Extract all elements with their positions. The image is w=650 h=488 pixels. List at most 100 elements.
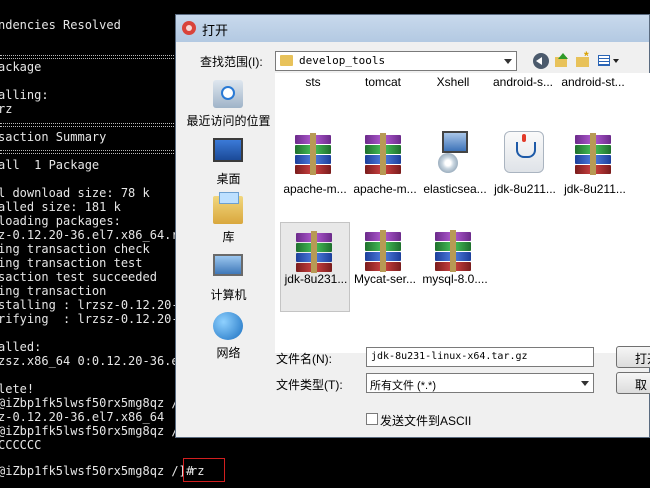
- terminal-line: z-0.12.20-36.el7.x86_64: [0, 410, 165, 424]
- place-recent[interactable]: 最近访问的位置: [186, 80, 271, 130]
- open-button[interactable]: 打开: [616, 346, 650, 368]
- file-type-label: 文件类型(T):: [276, 378, 343, 392]
- ascii-checkbox-label: 发送文件到ASCII: [380, 414, 472, 428]
- place-label: 库: [222, 230, 235, 244]
- file-label: jdk-8u231...: [284, 272, 348, 286]
- place-computer[interactable]: 计算机: [186, 254, 271, 304]
- terminal-prompt: @iZbp1fk5lwsf50rx5mg8qz /]#: [0, 464, 194, 478]
- chevron-down-icon: [581, 381, 589, 386]
- file-label: apache-m...: [353, 182, 417, 196]
- library-icon: [213, 192, 243, 224]
- terminal-line: ing transaction check: [0, 242, 150, 256]
- terminal-line: alling:: [0, 88, 49, 102]
- terminal-line: ackage: [0, 60, 42, 74]
- terminal-line: saction test succeeded: [0, 270, 157, 284]
- archive-icon: [365, 230, 401, 272]
- terminal-line: alled size: 181 k: [0, 200, 121, 214]
- file-item[interactable]: mysql-8.0....: [420, 222, 490, 312]
- cancel-button[interactable]: 取: [616, 372, 650, 394]
- archive-icon: [296, 231, 332, 273]
- file-name-input[interactable]: jdk-8u231-linux-x64.tar.gz: [366, 347, 594, 367]
- up-folder-icon[interactable]: [554, 53, 570, 69]
- terminal-prompt: @iZbp1fk5lwsf50rx5mg8qz /]: [0, 396, 186, 410]
- file-label: mysql-8.0....: [422, 272, 488, 286]
- terminal-line: all 1 Package: [0, 158, 100, 172]
- computer-icon: [213, 254, 243, 276]
- terminal-line: alled:: [0, 340, 42, 354]
- file-label: apache-m...: [283, 182, 347, 196]
- place-library[interactable]: 库: [186, 192, 271, 246]
- file-item[interactable]: jdk-8u211...: [560, 125, 630, 215]
- file-type-dropdown[interactable]: 所有文件 (*.*): [366, 373, 594, 393]
- file-label: jdk-8u211...: [494, 182, 556, 196]
- archive-icon: [435, 230, 471, 272]
- look-in-value: develop_tools: [299, 54, 386, 67]
- terminal-line: ing transaction: [0, 284, 107, 298]
- ascii-checkbox[interactable]: [366, 413, 378, 425]
- terminal-line: ing transaction test: [0, 256, 143, 270]
- separator-line: [0, 150, 180, 154]
- file-label: android-st...: [561, 75, 625, 89]
- terminal-line: loading packages:: [0, 214, 121, 228]
- archive-icon: [295, 133, 331, 175]
- archive-icon: [365, 133, 401, 175]
- app-icon: [182, 21, 196, 35]
- desktop-icon: [213, 138, 243, 162]
- archive-icon: [575, 133, 611, 175]
- file-label: sts: [305, 75, 321, 89]
- file-label: android-s...: [492, 75, 554, 89]
- file-item[interactable]: Xshell: [418, 73, 488, 89]
- terminal-prompt: @iZbp1fk5lwsf50rx5mg8qz /]: [0, 424, 186, 438]
- file-item-selected[interactable]: jdk-8u231...: [280, 222, 350, 312]
- file-item[interactable]: sts: [278, 73, 348, 89]
- place-label: 计算机: [210, 288, 247, 302]
- terminal-line: lete!: [0, 382, 35, 396]
- place-desktop[interactable]: 桌面: [186, 138, 271, 188]
- dialog-title: 打开: [202, 23, 229, 38]
- terminal-line: zsz.x86_64 0:0.12.20-36.el7: [0, 354, 194, 368]
- place-label: 桌面: [216, 172, 241, 186]
- chevron-down-icon: [504, 59, 512, 64]
- file-label: Xshell: [436, 75, 470, 89]
- setup-icon: [438, 131, 472, 173]
- file-list[interactable]: sts tomcat Xshell android-s... android-s…: [275, 73, 650, 353]
- place-label: 最近访问的位置: [186, 114, 271, 128]
- terminal-line: l download size: 78 k: [0, 186, 150, 200]
- file-item[interactable]: jdk-8u211...: [490, 125, 560, 215]
- file-item[interactable]: apache-m...: [280, 125, 350, 215]
- file-item[interactable]: tomcat: [348, 73, 418, 89]
- new-folder-icon[interactable]: [575, 49, 591, 69]
- look-in-label: 查找范围(I):: [200, 55, 263, 69]
- places-bar: 最近访问的位置 桌面 库 计算机 网络: [186, 75, 271, 365]
- file-item[interactable]: android-s...: [488, 73, 558, 89]
- terminal-line: ndencies Resolved: [0, 18, 121, 32]
- file-label: jdk-8u211...: [564, 182, 626, 196]
- file-item[interactable]: apache-m...: [350, 125, 420, 215]
- place-network[interactable]: 网络: [186, 312, 271, 362]
- open-file-dialog[interactable]: 打开 查找范围(I): develop_tools 最近访问的位置 桌面 库 计…: [175, 14, 650, 438]
- terminal-line: saction Summary: [0, 130, 107, 144]
- dialog-titlebar[interactable]: 打开: [176, 15, 649, 42]
- network-icon: [213, 312, 243, 340]
- file-item[interactable]: android-st...: [558, 73, 628, 89]
- terminal-line: rifying : lrzsz-0.12.20-36.: [0, 312, 201, 326]
- file-item[interactable]: elasticsea...: [420, 125, 490, 215]
- terminal-line: CCCCCC: [0, 438, 42, 452]
- file-label: Mycat-ser...: [353, 272, 416, 286]
- file-type-value: 所有文件 (*.*): [370, 380, 436, 392]
- command-highlight-box: [183, 458, 225, 482]
- folder-icon: [280, 55, 293, 66]
- views-menu-icon[interactable]: [597, 53, 621, 69]
- separator-line: [0, 55, 180, 59]
- look-in-dropdown[interactable]: develop_tools: [275, 51, 517, 71]
- back-icon[interactable]: [533, 53, 549, 69]
- place-label: 网络: [216, 346, 241, 360]
- separator-line: [0, 123, 180, 127]
- file-label: elasticsea...: [423, 182, 487, 196]
- file-item[interactable]: Mycat-ser...: [350, 222, 420, 312]
- recent-places-icon: [213, 80, 243, 108]
- file-label: tomcat: [364, 75, 401, 89]
- file-name-label: 文件名(N):: [276, 352, 332, 366]
- terminal-line: z-0.12.20-36.el7.x86_64.rpm: [0, 228, 194, 242]
- terminal-line: rz: [0, 102, 13, 116]
